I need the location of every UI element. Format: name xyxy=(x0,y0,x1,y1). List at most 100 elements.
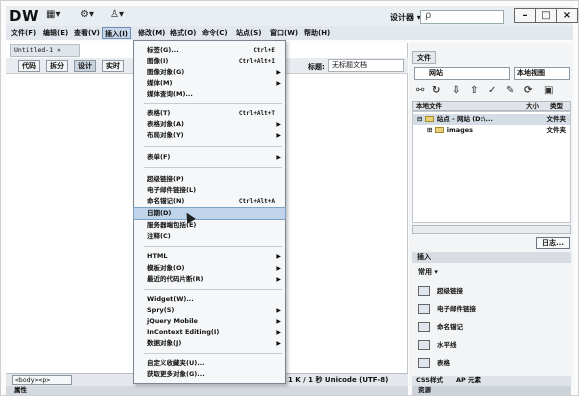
layout-icon[interactable]: ▦▾ xyxy=(46,9,60,20)
submenu-arrow-icon: ▶ xyxy=(276,253,281,260)
menu-item-email-link[interactable]: 电子邮件链接(L) xyxy=(134,185,285,196)
tag-selector[interactable]: <body><p> xyxy=(12,375,72,385)
tab-files[interactable]: 文件 xyxy=(412,51,436,64)
submenu-arrow-icon: ▶ xyxy=(276,307,281,314)
hr-icon xyxy=(418,340,430,350)
put-icon[interactable]: ⇧ xyxy=(470,85,478,96)
menu-format[interactable]: 格式(O) xyxy=(168,27,198,39)
files-tree: ⊟ 站点 - 网站 (D:\... 文件夹 ⊞ images 文件夹 xyxy=(412,111,571,223)
search-input[interactable]: ρ xyxy=(420,10,504,24)
menu-modify[interactable]: 修改(M) xyxy=(136,27,167,39)
menu-item-media[interactable]: 媒体(M) ▶ xyxy=(134,78,285,89)
insert-table[interactable]: 表格 xyxy=(412,354,571,372)
refresh-icon[interactable]: ↻ xyxy=(432,85,440,96)
col-type[interactable]: 类型 xyxy=(550,102,563,110)
menu-separator xyxy=(144,353,282,354)
menu-item-named-anchor[interactable]: 命名锚记(N) Ctrl+Alt+A xyxy=(134,196,285,207)
col-local-files[interactable]: 本地文件 xyxy=(416,102,442,110)
hyperlink-icon xyxy=(418,286,430,296)
menu-separator xyxy=(144,103,282,104)
menu-item-spry[interactable]: Spry(S) ▶ xyxy=(134,305,285,316)
status-info: 1 K / 1 秒 Unicode (UTF-8) xyxy=(288,376,389,384)
menu-file[interactable]: 文件(F) xyxy=(9,27,38,39)
files-horizontal-scrollbar[interactable] xyxy=(412,225,571,234)
assets-panel-tab[interactable]: 资源 xyxy=(412,386,571,395)
menu-item-image-objects[interactable]: 图像对象(G) ▶ xyxy=(134,67,285,78)
list-item[interactable]: ⊞ images 文件夹 xyxy=(413,125,570,136)
title-input[interactable]: 无标题文档 xyxy=(328,59,404,72)
folder-icon xyxy=(434,127,444,133)
connect-icon[interactable]: ⚯ xyxy=(416,85,424,96)
menu-item-tag[interactable]: 标签(G)... Ctrl+E xyxy=(134,45,285,56)
insert-hyperlink[interactable]: 超级链接 xyxy=(412,282,571,300)
tab-insert[interactable]: 插入 xyxy=(412,252,571,263)
properties-bar[interactable]: 属性 xyxy=(6,386,408,395)
list-item[interactable]: ⊟ 站点 - 网站 (D:\... 文件夹 xyxy=(413,114,570,125)
bottom-panel-tabs: CSS样式 AP 元素 xyxy=(412,376,571,386)
insert-category-select[interactable]: 常用 ▾ xyxy=(418,267,438,277)
menu-separator xyxy=(144,246,282,247)
menu-view[interactable]: 查看(V) xyxy=(72,27,102,39)
submenu-arrow-icon: ▶ xyxy=(276,276,281,283)
insert-horizontal-rule[interactable]: 水平线 xyxy=(412,336,571,354)
view-select[interactable]: 本地视图 xyxy=(514,67,570,80)
menu-help[interactable]: 帮助(H) xyxy=(302,27,332,39)
document-tab[interactable]: Untitled-1 × xyxy=(10,44,80,57)
menu-item-get-more-objects[interactable]: 获取更多对象(G)... xyxy=(134,369,285,380)
get-icon[interactable]: ⇩ xyxy=(452,85,460,96)
insert-dropdown-menu: 标签(G)... Ctrl+E 图像(I) Ctrl+Alt+I 图像对象(G) ▶ … xyxy=(133,40,286,384)
menu-item-recent-snippets[interactable]: 最近的代码片断(R) ▶ xyxy=(134,274,285,285)
menu-item-comment[interactable]: 注释(C) xyxy=(134,231,285,242)
split-view-button[interactable]: 拆分 xyxy=(46,60,68,72)
menu-item-form[interactable]: 表单(F) ▶ xyxy=(134,152,285,163)
design-view-button[interactable]: 设计 xyxy=(74,60,96,72)
minimize-button[interactable]: – xyxy=(514,8,536,23)
submenu-arrow-icon: ▶ xyxy=(276,318,281,325)
menu-item-layout-objects[interactable]: 布局对象(Y) ▶ xyxy=(134,130,285,141)
check-in-icon[interactable]: ✎ xyxy=(506,85,514,96)
files-column-header: 本地文件 大小 类型 xyxy=(412,101,571,111)
sync-icon[interactable]: ⟳ xyxy=(524,85,532,96)
email-icon xyxy=(418,304,430,314)
menu-item-widget[interactable]: Widget(W)... xyxy=(134,294,285,305)
menu-item-data-objects[interactable]: 数据对象(J) ▶ xyxy=(134,338,285,349)
tab-ap-elements[interactable]: AP 元素 xyxy=(456,376,481,385)
menu-separator xyxy=(144,167,282,168)
menu-item-hyperlink[interactable]: 超级链接(P) xyxy=(134,174,285,185)
site-select[interactable]: 网站 xyxy=(414,67,510,80)
menu-window[interactable]: 窗口(W) xyxy=(268,27,300,39)
tab-css-styles[interactable]: CSS样式 xyxy=(416,376,443,385)
menu-item-jquery-mobile[interactable]: jQuery Mobile ▶ xyxy=(134,316,285,327)
submenu-arrow-icon: ▶ xyxy=(276,329,281,336)
check-out-icon[interactable]: ✓ xyxy=(488,85,496,96)
insert-named-anchor[interactable]: 命名锚记 xyxy=(412,318,571,336)
app-bar: DW ▦▾ ⚙▾ ♙▾ 设计器 ▾ ρ – □ × xyxy=(6,6,578,26)
expand-icon[interactable]: ▣ xyxy=(544,85,553,96)
col-size[interactable]: 大小 xyxy=(526,102,539,110)
menu-site[interactable]: 站点(S) xyxy=(234,27,263,39)
log-button[interactable]: 日志... xyxy=(536,237,570,249)
menu-insert[interactable]: 插入(I) xyxy=(102,27,132,39)
live-view-button[interactable]: 实时 xyxy=(102,60,124,72)
submenu-arrow-icon: ▶ xyxy=(276,265,281,272)
menu-commands[interactable]: 命令(C) xyxy=(200,27,230,39)
code-view-button[interactable]: 代码 xyxy=(18,60,40,72)
menu-item-table-objects[interactable]: 表格对象(A) ▶ xyxy=(134,119,285,130)
menu-item-image[interactable]: 图像(I) Ctrl+Alt+I xyxy=(134,56,285,67)
menu-item-server-side-include[interactable]: 服务器端包括(E) xyxy=(134,220,285,231)
menu-item-incontext-editing[interactable]: InContext Editing(I) ▶ xyxy=(134,327,285,338)
menu-edit[interactable]: 编辑(E) xyxy=(41,27,70,39)
site-icon[interactable]: ♙▾ xyxy=(110,9,124,20)
extend-icon[interactable]: ⚙▾ xyxy=(80,9,94,20)
menu-item-template-objects[interactable]: 模板对象(O) ▶ xyxy=(134,263,285,274)
insert-email-link[interactable]: 电子邮件链接 xyxy=(412,300,571,318)
workspace-switcher[interactable]: 设计器 ▾ xyxy=(390,12,421,23)
menu-item-media-queries[interactable]: 媒体查询(M)... xyxy=(134,89,285,100)
submenu-arrow-icon: ▶ xyxy=(276,80,281,87)
close-button[interactable]: × xyxy=(556,8,578,23)
maximize-button[interactable]: □ xyxy=(535,8,557,23)
menu-item-date[interactable]: 日期(D) xyxy=(133,207,286,220)
menu-item-customize-favorites[interactable]: 自定义收藏夹(U)... xyxy=(134,358,285,369)
menu-item-html[interactable]: HTML ▶ xyxy=(134,251,285,262)
menu-item-table[interactable]: 表格(T) Ctrl+Alt+T xyxy=(134,108,285,119)
